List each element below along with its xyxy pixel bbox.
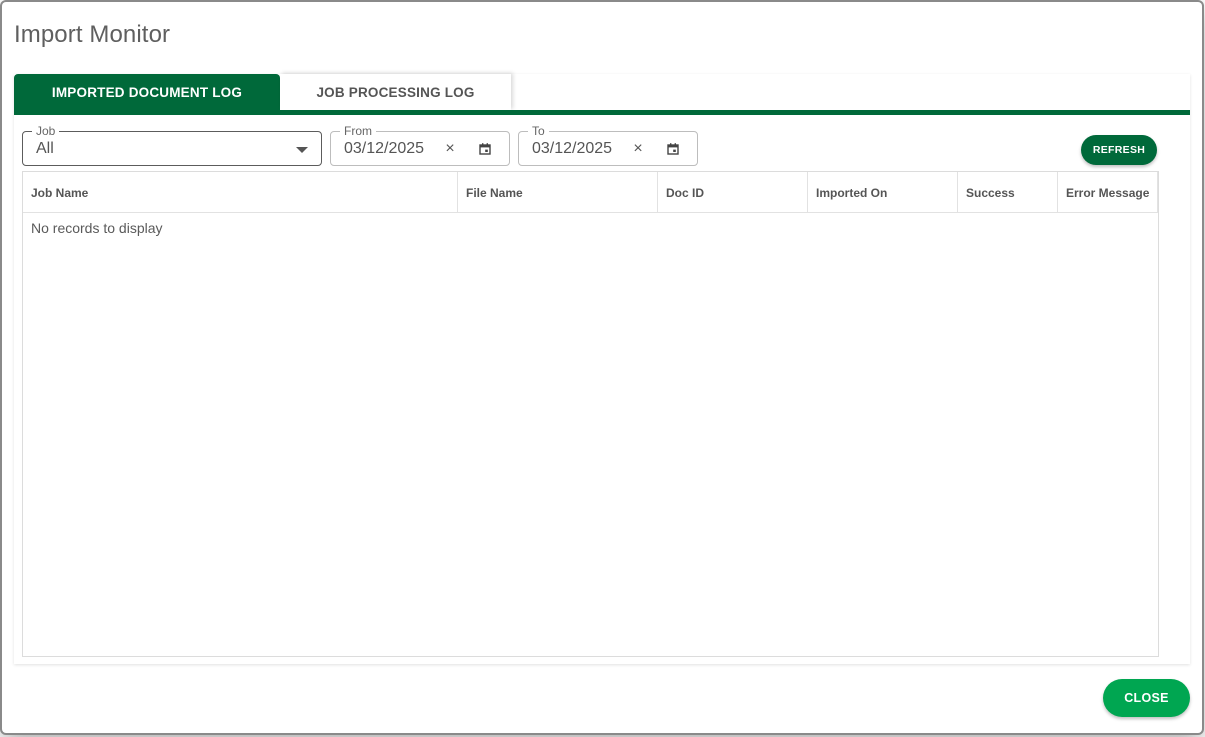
column-header-doc-id[interactable]: Doc ID xyxy=(658,172,808,213)
to-date-value[interactable]: 03/12/2025 xyxy=(532,140,612,158)
column-header-error-message[interactable]: Error Message xyxy=(1058,172,1158,213)
dialog-title: Import Monitor xyxy=(14,21,171,48)
column-header-imported-on[interactable]: Imported On xyxy=(808,172,958,213)
import-monitor-dialog: Import Monitor IMPORTED DOCUMENT LOG JOB… xyxy=(2,2,1202,733)
grid-header: Job Name File Name Doc ID Imported On Su… xyxy=(23,172,1158,213)
tab-bar: IMPORTED DOCUMENT LOG JOB PROCESSING LOG xyxy=(14,74,511,110)
tab-job-processing-log[interactable]: JOB PROCESSING LOG xyxy=(280,74,511,110)
calendar-icon[interactable] xyxy=(478,142,492,156)
close-button[interactable]: CLOSE xyxy=(1103,679,1190,717)
column-header-file-name[interactable]: File Name xyxy=(458,172,658,213)
empty-grid-message: No records to display xyxy=(31,220,163,236)
column-header-job-name[interactable]: Job Name xyxy=(23,172,458,213)
from-date-value[interactable]: 03/12/2025 xyxy=(344,140,424,158)
log-grid: Job Name File Name Doc ID Imported On Su… xyxy=(22,171,1159,657)
clear-icon[interactable]: × xyxy=(443,140,457,158)
column-header-success[interactable]: Success xyxy=(958,172,1058,213)
tab-imported-document-log[interactable]: IMPORTED DOCUMENT LOG xyxy=(14,74,280,110)
from-date-label: From xyxy=(340,124,376,138)
calendar-icon[interactable] xyxy=(666,142,680,156)
tab-underline xyxy=(14,110,1190,115)
chevron-down-icon[interactable] xyxy=(296,147,308,153)
to-date-field[interactable]: To 03/12/2025 × xyxy=(518,124,698,166)
from-date-field[interactable]: From 03/12/2025 × xyxy=(330,124,510,166)
job-select-value: All xyxy=(36,140,54,157)
tab-panel: IMPORTED DOCUMENT LOG JOB PROCESSING LOG… xyxy=(14,74,1190,664)
refresh-button[interactable]: REFRESH xyxy=(1081,135,1157,165)
clear-icon[interactable]: × xyxy=(631,140,645,158)
to-date-label: To xyxy=(528,124,549,138)
job-select[interactable]: Job All xyxy=(22,124,322,166)
job-select-label: Job xyxy=(32,124,60,138)
